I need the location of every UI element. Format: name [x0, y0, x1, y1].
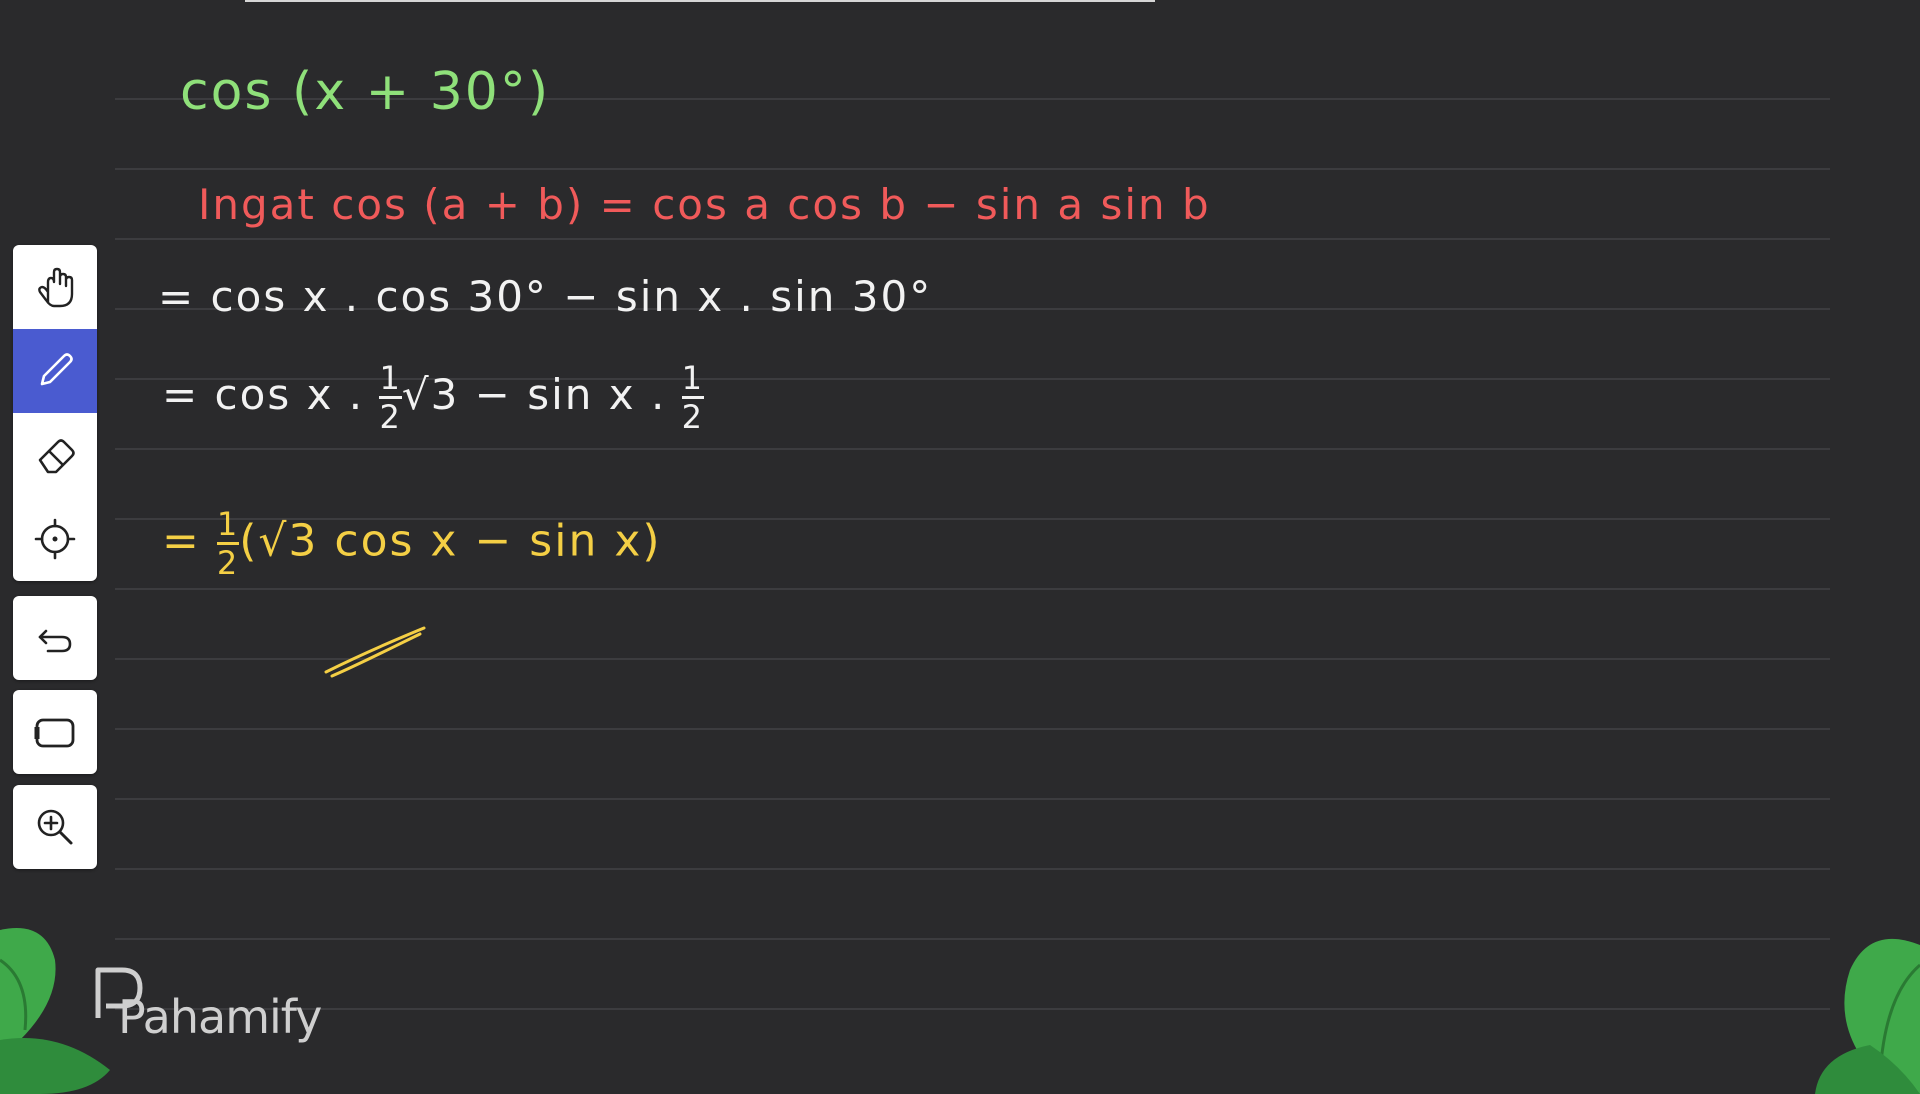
ruled-line: [115, 168, 1830, 170]
fraction-numerator: 1: [379, 359, 402, 397]
pahamify-brand-name: Pahamify: [118, 990, 322, 1044]
hand-icon: [38, 267, 74, 308]
line4-start: = cos x .: [162, 370, 380, 419]
ruled-line: [115, 938, 1830, 940]
hand-tool[interactable]: [13, 245, 97, 329]
math-line-5: = 1 2 (√3 cos x − sin x): [162, 508, 662, 579]
laser-pointer-icon: [34, 518, 76, 560]
ruled-line: [115, 728, 1830, 730]
ruled-line: [115, 868, 1830, 870]
laser-pointer-tool[interactable]: [13, 497, 97, 581]
fraction-denominator: 2: [216, 544, 240, 582]
fraction-half: 12: [379, 359, 402, 436]
toolbar-shape: [13, 690, 97, 774]
math-line-1: cos (x + 30°): [180, 62, 551, 122]
fraction-denominator: 2: [681, 398, 705, 436]
toolbar-zoom: [13, 785, 97, 869]
ruled-line: [115, 1008, 1830, 1010]
pen-icon: [40, 353, 73, 386]
fraction-numerator: 1: [681, 359, 705, 397]
fraction-denominator: 2: [379, 398, 402, 436]
undo-button[interactable]: [13, 596, 97, 680]
math-line-4: = cos x . 1 2 √3 − sin x . 12: [162, 359, 705, 436]
shape-tool[interactable]: [13, 690, 97, 774]
leaf-right-decoration: [1815, 938, 1920, 1094]
shape-icon: [34, 718, 75, 748]
toolbar-main: [13, 245, 97, 581]
fraction-half: 12: [681, 359, 705, 436]
answer-underline: [324, 626, 426, 678]
undo-icon: [38, 629, 72, 653]
top-strip: [245, 0, 1155, 2]
fraction-half: 12: [216, 505, 240, 582]
ruled-line: [115, 448, 1830, 450]
ruled-line: [115, 798, 1830, 800]
toolbar-undo: [13, 596, 97, 680]
fraction-numerator: 1: [216, 505, 240, 543]
eraser-tool[interactable]: [13, 413, 97, 497]
line5-start: =: [162, 515, 217, 567]
math-line-3: = cos x . cos 30° − sin x . sin 30°: [158, 272, 933, 321]
zoom-in-icon: [37, 809, 73, 845]
ruled-line: [115, 588, 1830, 590]
ruled-line: [115, 238, 1830, 240]
eraser-icon: [38, 439, 75, 474]
math-line-2: Ingat cos (a + b) = cos a cos b − sin a …: [198, 180, 1211, 229]
line4-mid: √3 − sin x .: [401, 370, 682, 419]
line5-rest: (√3 cos x − sin x): [239, 515, 662, 567]
zoom-in-button[interactable]: [13, 785, 97, 869]
pen-tool[interactable]: [13, 329, 97, 413]
